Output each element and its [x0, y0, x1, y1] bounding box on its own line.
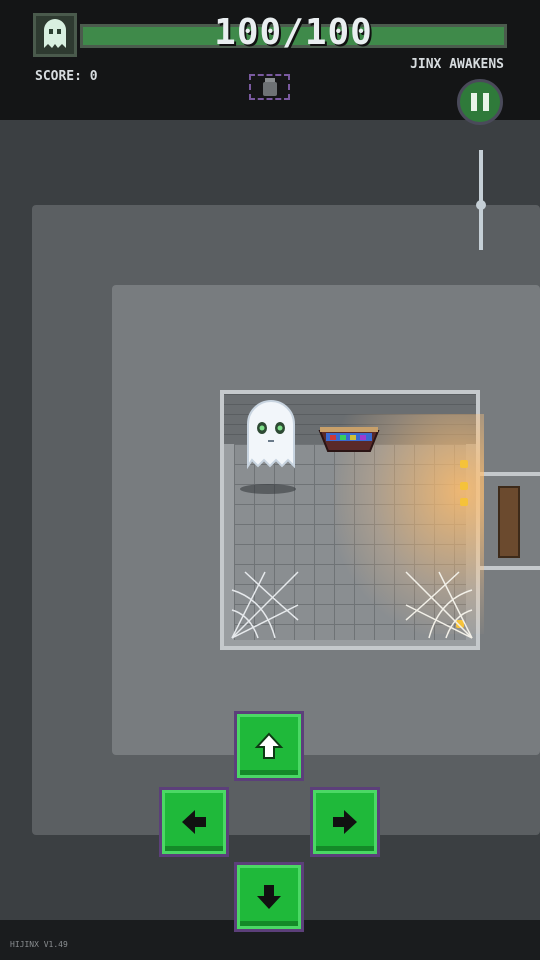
arrow-left-icon	[182, 810, 206, 834]
move-left-button[interactable]	[159, 787, 229, 857]
cobweb-icon	[231, 571, 299, 639]
arrow-up-icon	[254, 732, 284, 759]
jar-icon	[262, 78, 277, 96]
treasure-chest[interactable]	[318, 423, 380, 453]
door[interactable]	[498, 486, 520, 558]
torch-icon	[460, 460, 468, 468]
ghost-shadow	[240, 484, 296, 494]
move-down-button[interactable]	[234, 862, 304, 932]
move-up-button[interactable]	[234, 711, 304, 781]
torch-icon	[460, 482, 468, 490]
pause-button[interactable]	[457, 79, 503, 125]
item-slot[interactable]	[249, 74, 290, 100]
level-name: JINX AWAKENS	[410, 57, 504, 72]
zoom-slider-knob[interactable]	[476, 200, 486, 210]
arrow-right-icon	[333, 810, 357, 834]
zoom-slider[interactable]	[476, 150, 486, 250]
score-text: SCORE: 0	[35, 69, 98, 84]
health-text: 100/100	[214, 12, 373, 53]
move-right-button[interactable]	[310, 787, 380, 857]
cobweb-icon	[405, 571, 473, 639]
arrow-down-icon	[257, 885, 281, 909]
pause-icon	[468, 93, 492, 111]
ghost-player[interactable]	[244, 400, 298, 470]
version-label: HIJINX V1.49	[10, 940, 68, 949]
torch-icon	[460, 498, 468, 506]
